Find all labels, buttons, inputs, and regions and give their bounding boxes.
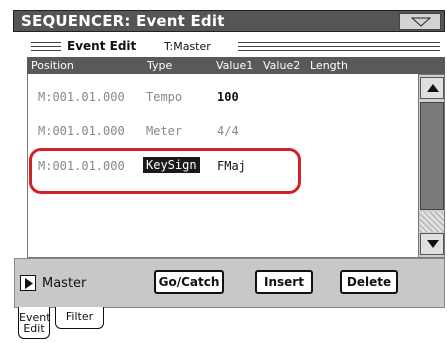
arrow-down-icon xyxy=(427,240,439,248)
tab-bar: Event Edit Filter xyxy=(14,307,445,343)
event-row[interactable]: M:001.01.000 Meter 4/4 xyxy=(28,122,408,144)
arrow-up-icon xyxy=(427,84,439,92)
event-value1: 4/4 xyxy=(217,124,239,138)
tab-filter[interactable]: Filter xyxy=(55,307,104,329)
scroll-up-button[interactable] xyxy=(420,77,444,99)
screen: SEQUENCER: Event Edit Event Edit T:Maste… xyxy=(0,0,447,343)
tab-event-edit-label-line2: Edit xyxy=(23,322,45,335)
scrollbar[interactable] xyxy=(418,74,445,258)
column-header-type: Type xyxy=(147,59,173,72)
scroll-down-button[interactable] xyxy=(420,233,444,255)
section-label: Event Edit xyxy=(67,39,137,53)
column-header-value1: Value1 xyxy=(216,59,254,72)
section-stripes-left xyxy=(31,42,61,53)
scroll-track[interactable] xyxy=(420,212,444,232)
event-type: Meter xyxy=(146,124,183,138)
column-header-position: Position xyxy=(31,59,74,72)
go-catch-button[interactable]: Go/Catch xyxy=(154,270,224,294)
section-stripes-right xyxy=(238,42,440,53)
column-header-value2: Value2 xyxy=(263,59,301,72)
insert-button[interactable]: Insert xyxy=(255,270,313,294)
column-header-length: Length xyxy=(310,59,348,72)
column-header-row: Position Type Value1 Value2 Length xyxy=(27,57,445,74)
track-select-button[interactable] xyxy=(20,275,36,291)
section-header: Event Edit T:Master xyxy=(27,39,444,56)
event-type: Tempo xyxy=(146,90,183,104)
tab-event-edit[interactable]: Event Edit xyxy=(18,307,51,339)
event-row[interactable]: M:001.01.000 Tempo 100 xyxy=(28,88,408,110)
scroll-thumb[interactable] xyxy=(420,102,444,210)
triangle-down-icon xyxy=(411,17,431,27)
track-label: T:Master xyxy=(164,40,211,53)
delete-button[interactable]: Delete xyxy=(340,270,398,294)
play-icon xyxy=(25,278,33,289)
title-bar: SEQUENCER: Event Edit xyxy=(13,10,445,32)
event-value1: 100 xyxy=(217,90,239,104)
event-position: M:001.01.000 xyxy=(38,124,125,138)
track-name: Master xyxy=(42,276,87,291)
bottom-panel: Master Go/Catch Insert Delete xyxy=(14,258,445,308)
window-title: SEQUENCER: Event Edit xyxy=(21,12,225,30)
highlight-annotation xyxy=(29,148,301,194)
page-menu-button[interactable] xyxy=(399,13,441,30)
event-position: M:001.01.000 xyxy=(38,90,125,104)
